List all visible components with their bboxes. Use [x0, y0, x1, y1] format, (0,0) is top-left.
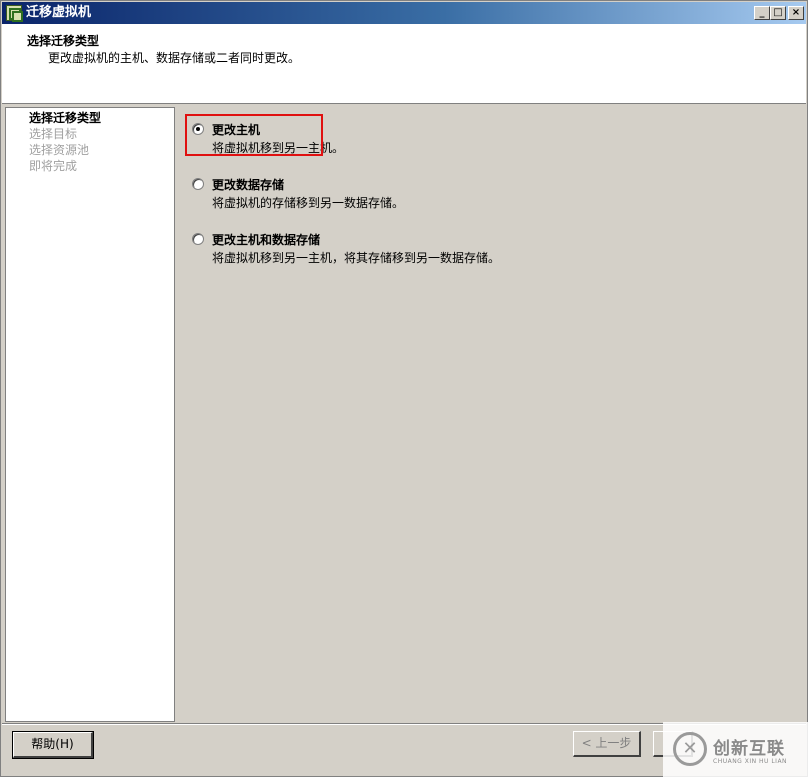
- step-select-target: 选择目标: [29, 127, 78, 141]
- page-title: 选择迁移类型: [27, 34, 100, 48]
- radio-change-host-and-datastore[interactable]: [192, 233, 204, 245]
- watermark: ✕ 创新互联 CHUANG XIN HU LIAN: [663, 722, 808, 777]
- maximize-button[interactable]: □: [770, 6, 786, 20]
- help-button[interactable]: 帮助(H): [12, 731, 94, 759]
- option-description: 将虚拟机的存储移到另一数据存储。: [212, 196, 405, 210]
- page-description: 更改虚拟机的主机、数据存储或二者同时更改。: [48, 51, 301, 65]
- watermark-subtext: CHUANG XIN HU LIAN: [713, 758, 788, 765]
- option-label[interactable]: 更改数据存储: [212, 176, 284, 193]
- watermark-text: 创新互联: [713, 739, 785, 759]
- migrate-vm-window: 迁移虚拟机 _ □ × 选择迁移类型 更改虚拟机的主机、数据存储或二者同时更改。…: [0, 0, 808, 777]
- back-button[interactable]: < 上一步: [573, 731, 641, 757]
- option-description: 将虚拟机移到另一主机，将其存储移到另一数据存储。: [212, 251, 501, 265]
- step-select-resource-pool: 选择资源池: [29, 143, 90, 157]
- title-bar[interactable]: 迁移虚拟机 _ □ ×: [2, 2, 806, 24]
- migration-type-content: 更改主机 将虚拟机移到另一主机。 更改数据存储 将虚拟机的存储移到另一数据存储。…: [176, 107, 806, 722]
- vm-migrate-icon: [6, 5, 23, 22]
- minimize-button[interactable]: _: [754, 6, 770, 20]
- watermark-logo-icon: ✕: [673, 732, 707, 766]
- window-title: 迁移虚拟机: [26, 5, 92, 20]
- highlight-box: [185, 114, 323, 156]
- wizard-header: 选择迁移类型 更改虚拟机的主机、数据存储或二者同时更改。: [2, 24, 806, 104]
- wizard-steps-panel: 选择迁移类型 选择目标 选择资源池 即将完成: [5, 107, 175, 722]
- option-label[interactable]: 更改主机和数据存储: [212, 231, 320, 248]
- radio-change-datastore[interactable]: [192, 178, 204, 190]
- close-button[interactable]: ×: [788, 6, 804, 20]
- step-ready-to-complete: 即将完成: [29, 159, 78, 173]
- step-select-migration-type[interactable]: 选择迁移类型: [29, 110, 101, 126]
